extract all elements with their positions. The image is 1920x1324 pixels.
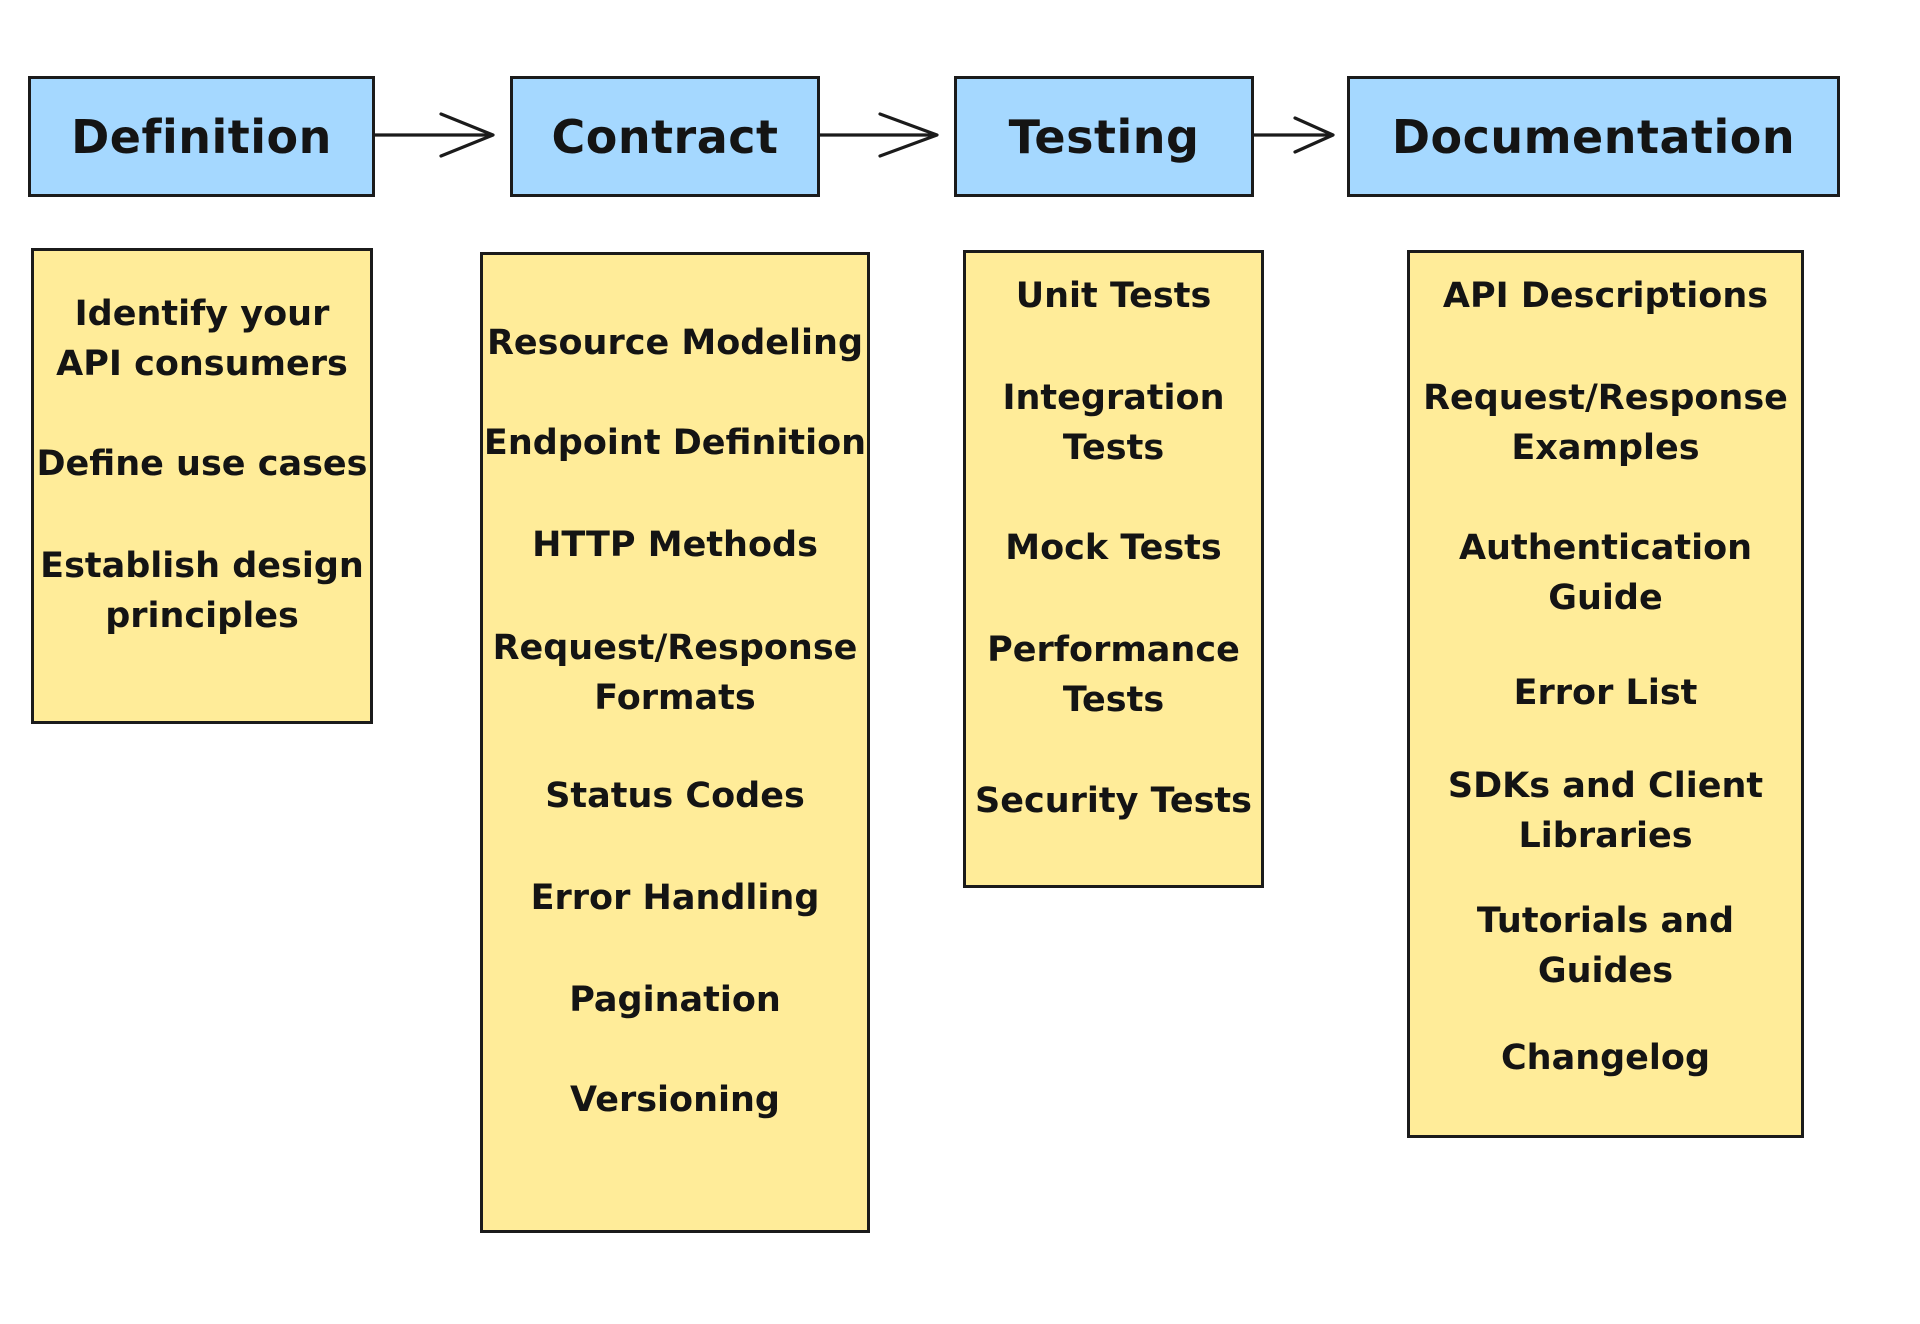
arrowhead-icon — [1293, 116, 1335, 154]
card-item: HTTP Methods — [532, 525, 818, 565]
phase-label: Documentation — [1391, 109, 1796, 164]
card-item: Mock Tests — [1005, 528, 1222, 568]
arrow-contract-to-testing — [818, 112, 939, 158]
card-item: Request/Response Formats — [492, 628, 858, 718]
card-definition: Identify your API consumers Define use c… — [31, 248, 373, 724]
arrow-testing-to-documentation — [1252, 116, 1335, 154]
arrow-definition-to-contract — [372, 112, 495, 158]
card-contract: Resource Modeling Endpoint Definition HT… — [480, 252, 870, 1233]
api-lifecycle-diagram: Definition Contract Testing Documentatio… — [0, 0, 1920, 1324]
card-item: Tutorials and Guides — [1476, 901, 1735, 991]
card-item: Authentication Guide — [1458, 528, 1753, 618]
card-item: Resource Modeling — [486, 323, 864, 363]
card-item: Establish design principles — [40, 546, 364, 636]
card-item: Error List — [1513, 673, 1698, 713]
phase-testing: Testing — [954, 76, 1254, 197]
card-item: Identify your API consumers — [56, 294, 348, 384]
card-documentation: API Descriptions Request/Response Exampl… — [1407, 250, 1804, 1138]
card-item: Define use cases — [36, 444, 368, 484]
card-item: API Descriptions — [1442, 276, 1769, 316]
card-item: Security Tests — [975, 781, 1252, 821]
phase-label: Contract — [551, 109, 779, 164]
card-item: Integration Tests — [1002, 378, 1225, 468]
phase-documentation: Documentation — [1347, 76, 1840, 197]
phase-definition: Definition — [28, 76, 375, 197]
phase-label: Definition — [71, 109, 332, 164]
card-item: Unit Tests — [1015, 276, 1212, 316]
card-item: SDKs and Client Libraries — [1447, 766, 1764, 856]
phase-label: Testing — [1008, 109, 1200, 164]
card-item: Performance Tests — [987, 630, 1240, 720]
card-item: Error Handling — [530, 878, 820, 918]
card-item: Versioning — [570, 1080, 780, 1120]
card-item: Changelog — [1500, 1038, 1711, 1078]
card-item: Endpoint Definition — [483, 423, 867, 463]
card-item: Status Codes — [545, 776, 805, 816]
phase-contract: Contract — [510, 76, 820, 197]
arrowhead-icon — [878, 112, 939, 158]
card-testing: Unit Tests Integration Tests Mock Tests … — [963, 250, 1264, 888]
card-item: Request/Response Examples — [1423, 378, 1788, 468]
arrowhead-icon — [439, 112, 495, 158]
card-item: Pagination — [569, 980, 781, 1020]
